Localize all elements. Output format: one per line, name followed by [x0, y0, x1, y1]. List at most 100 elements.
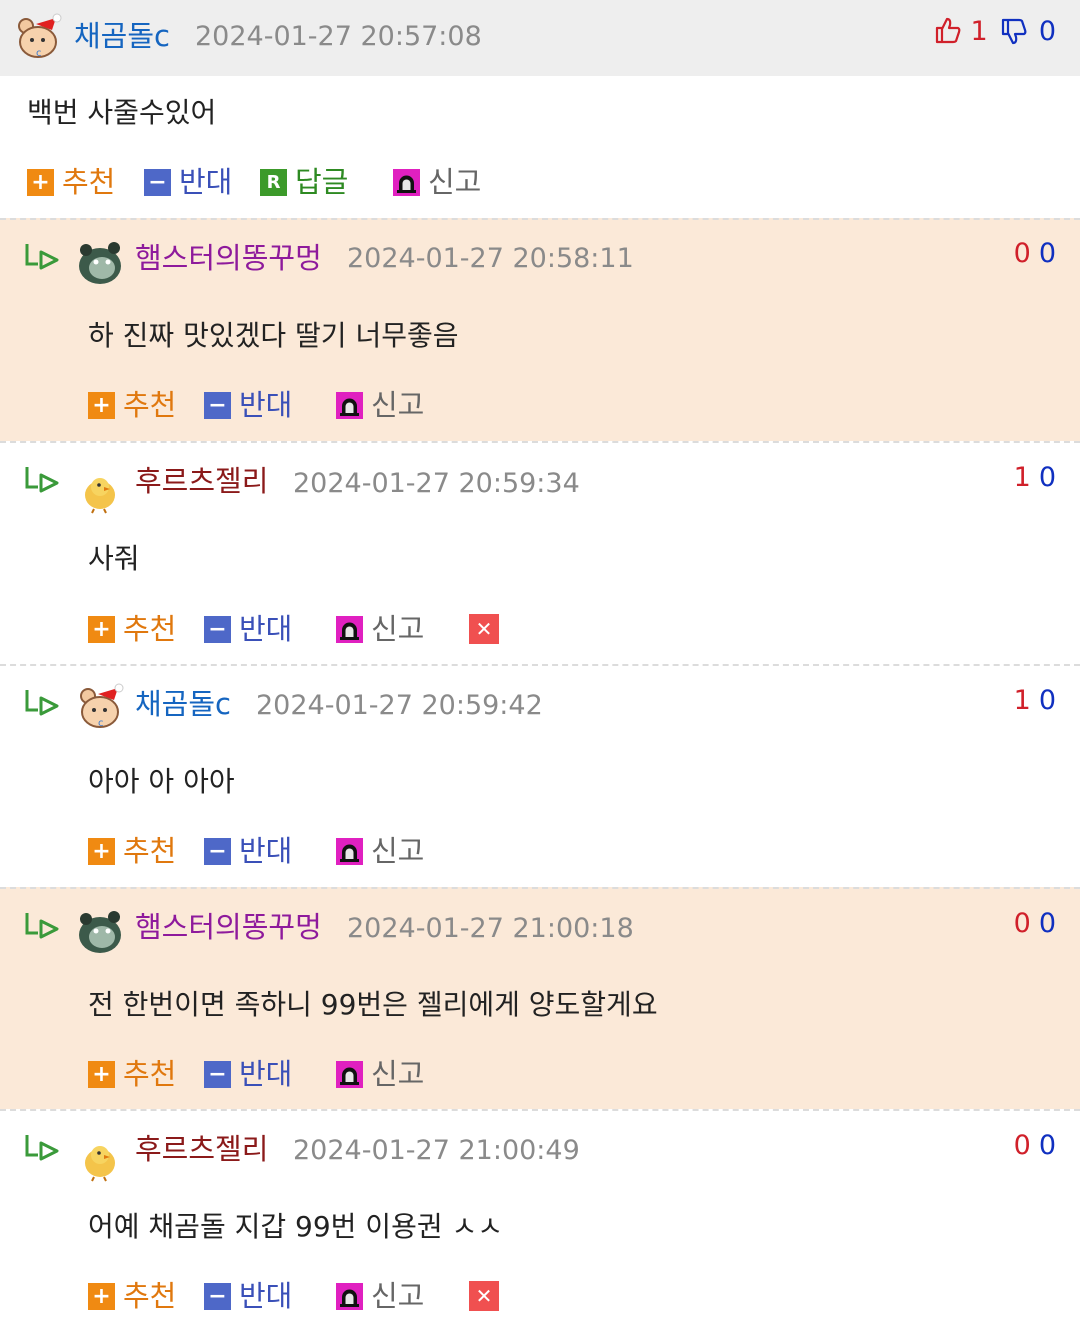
- reply-button[interactable]: R 답글: [260, 164, 348, 200]
- oppose-button[interactable]: − 반대: [204, 387, 292, 423]
- comment-actions: + 추천 − 반대 신고 ✕: [88, 611, 588, 647]
- plus-square-icon: +: [88, 1060, 115, 1088]
- siren-icon: [336, 1060, 363, 1088]
- oppose-label: 반대: [239, 834, 293, 868]
- reply-arrow-icon: [24, 911, 60, 941]
- upvote-count: 1: [1013, 462, 1031, 493]
- comment-actions: + 추천 − 반대 신고: [88, 1056, 588, 1092]
- comment-text: 백번 사줄수있어: [27, 96, 217, 129]
- upvote-count: 0: [1013, 908, 1031, 939]
- minus-square-icon: −: [204, 837, 231, 865]
- vote-counts: 1 0: [934, 14, 1056, 50]
- report-label: 신고: [428, 165, 482, 199]
- downvote-count: 0: [1038, 238, 1056, 269]
- vote-counts: 00: [1014, 236, 1056, 272]
- delete-button[interactable]: ✕: [469, 1278, 507, 1314]
- plus-square-icon: +: [88, 615, 115, 643]
- downvote-count: 0: [1038, 462, 1056, 493]
- downvote-count: 0: [1038, 908, 1056, 939]
- comment-actions: + 추천 − 반대 신고 ✕: [88, 1278, 588, 1314]
- hamster-avatar[interactable]: [74, 905, 126, 957]
- chick-avatar[interactable]: [74, 465, 126, 517]
- comment-timestamp: 2024-01-27 21:00:18: [347, 913, 634, 944]
- oppose-label: 반대: [179, 165, 233, 199]
- recommend-label: 추천: [123, 388, 177, 422]
- reply-arrow-icon: [24, 242, 60, 272]
- upvote-count: 1: [970, 16, 988, 47]
- recommend-button[interactable]: + 추천: [88, 1278, 176, 1314]
- oppose-label: 반대: [239, 1057, 293, 1091]
- report-button[interactable]: 신고: [336, 833, 424, 869]
- report-button[interactable]: 신고: [336, 611, 424, 647]
- plus-square-icon: +: [27, 168, 54, 196]
- reply-item: 후르츠젤리 2024-01-27 20:59:34 10 사줘 + 추천 − 반대 …: [0, 441, 1080, 664]
- reply-arrow-icon: [24, 465, 60, 495]
- santa-bear-avatar[interactable]: [12, 12, 64, 64]
- oppose-button[interactable]: − 반대: [204, 611, 292, 647]
- recommend-button[interactable]: + 추천: [27, 164, 115, 200]
- comment-author[interactable]: 후르츠젤리: [135, 1131, 268, 1167]
- upvote-count: 0: [1013, 1130, 1031, 1161]
- report-label: 신고: [371, 1279, 425, 1313]
- siren-icon: [336, 615, 363, 643]
- minus-square-icon: −: [204, 391, 231, 419]
- comment-timestamp: 2024-01-27 20:59:34: [293, 468, 580, 499]
- chick-avatar[interactable]: [74, 1133, 126, 1185]
- thumbs-down-icon: [1002, 18, 1027, 45]
- vote-counts: 00: [1014, 1128, 1056, 1164]
- comment-author[interactable]: 채곰돌c: [135, 686, 231, 722]
- comment-text: 하 진짜 맛있겠다 딸기 너무좋음: [88, 319, 459, 352]
- comment-actions: + 추천 − 반대 신고: [88, 833, 588, 869]
- upvote-count: 1: [1013, 685, 1031, 716]
- vote-counts: 10: [1014, 460, 1056, 496]
- comment-timestamp: 2024-01-27 21:00:49: [293, 1135, 580, 1166]
- comment-author[interactable]: 햄스터의똥꾸멍: [135, 909, 322, 945]
- oppose-button[interactable]: − 반대: [204, 1278, 292, 1314]
- comment-text: 어예 채곰돌 지갑 99번 이용권 ㅅㅅ: [88, 1210, 504, 1243]
- reply-arrow-icon: [24, 1133, 60, 1163]
- vote-counts: 10: [1014, 683, 1056, 719]
- recommend-label: 추천: [123, 834, 177, 868]
- report-label: 신고: [371, 612, 425, 646]
- comment-text: 아아 아 아아: [88, 765, 235, 798]
- recommend-label: 추천: [62, 165, 116, 199]
- report-button[interactable]: 신고: [336, 387, 424, 423]
- reply-item: 채곰돌c 2024-01-27 20:59:42 10 아아 아 아아 + 추천 …: [0, 664, 1080, 887]
- close-icon: ✕: [469, 614, 499, 644]
- recommend-button[interactable]: + 추천: [88, 1056, 176, 1092]
- recommend-label: 추천: [123, 1057, 177, 1091]
- siren-icon: [336, 391, 363, 419]
- reply-item: 햄스터의똥꾸멍 2024-01-27 21:00:18 00 전 한번이면 족하…: [0, 887, 1080, 1109]
- downvote-count: 0: [1038, 1130, 1056, 1161]
- comment-text: 사줘: [88, 542, 140, 575]
- report-label: 신고: [371, 1057, 425, 1091]
- report-button[interactable]: 신고: [336, 1056, 424, 1092]
- oppose-label: 반대: [239, 1279, 293, 1313]
- delete-button[interactable]: ✕: [469, 611, 507, 647]
- comment-author[interactable]: 채곰돌c: [74, 18, 170, 54]
- comment-author[interactable]: 햄스터의똥꾸멍: [135, 240, 322, 276]
- report-button[interactable]: 신고: [393, 164, 481, 200]
- report-button[interactable]: 신고: [336, 1278, 424, 1314]
- siren-icon: [336, 1282, 363, 1310]
- recommend-button[interactable]: + 추천: [88, 611, 176, 647]
- hamster-avatar[interactable]: [74, 236, 126, 288]
- oppose-button[interactable]: − 반대: [144, 164, 232, 200]
- santa-bear-avatar[interactable]: [74, 682, 126, 734]
- siren-icon: [393, 168, 420, 196]
- report-label: 신고: [371, 388, 425, 422]
- minus-square-icon: −: [204, 615, 231, 643]
- oppose-button[interactable]: − 반대: [204, 833, 292, 869]
- comment-actions: + 추천 − 반대 신고: [88, 387, 588, 423]
- close-icon: ✕: [469, 1281, 499, 1311]
- minus-square-icon: −: [204, 1282, 231, 1310]
- recommend-label: 추천: [123, 612, 177, 646]
- oppose-button[interactable]: − 반대: [204, 1056, 292, 1092]
- recommend-button[interactable]: + 추천: [88, 387, 176, 423]
- comment-text: 전 한번이면 족하니 99번은 젤리에게 양도할게요: [88, 988, 658, 1021]
- comment-item: 채곰돌c 2024-01-27 20:57:08 1 0 백번 사줄수있어 + 추…: [0, 0, 1080, 218]
- reply-item: 후르츠젤리 2024-01-27 21:00:49 00 어예 채곰돌 지갑 9…: [0, 1109, 1080, 1327]
- comment-author[interactable]: 후르츠젤리: [135, 463, 268, 499]
- recommend-button[interactable]: + 추천: [88, 833, 176, 869]
- upvote-count: 0: [1013, 238, 1031, 269]
